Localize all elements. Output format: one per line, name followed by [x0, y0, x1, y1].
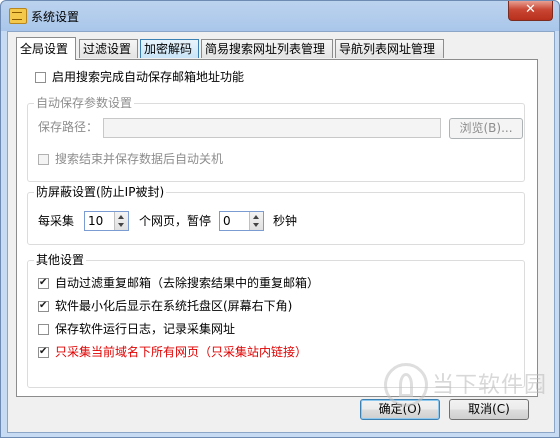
- settings-window: 系统设置 ✕ 全局设置 过滤设置 加密解码 简易搜索网址列表管理 导航列表网址管…: [0, 0, 560, 438]
- watermark-logo-icon: [384, 363, 428, 407]
- app-icon: [9, 8, 27, 24]
- collect-every-label: 每采集: [38, 214, 75, 228]
- pages-spin-arrows[interactable]: [114, 212, 128, 230]
- global-settings-panel: 启用搜索完成自动保存邮箱地址功能 自动保存参数设置 保存路径： 浏览(B)...…: [16, 59, 538, 397]
- pause-seconds-stepper[interactable]: 0: [219, 211, 264, 231]
- title-bar[interactable]: 系统设置 ✕: [1, 1, 559, 31]
- spin-up-icon[interactable]: [253, 215, 259, 219]
- anti-block-group: 防屏蔽设置(防止IP被封) 每采集 10 个网页，暂停 0 秒钟: [27, 185, 525, 245]
- spin-down-icon[interactable]: [253, 223, 259, 227]
- auto-save-email-checkbox[interactable]: [35, 72, 46, 83]
- close-button[interactable]: ✕: [508, 1, 553, 21]
- filter-duplicate-emails-checkbox[interactable]: [38, 276, 49, 289]
- same-domain-only-label[interactable]: 只采集当前域名下所有网页（只采集站内链接）: [55, 345, 307, 359]
- pages-per-batch-value: 10: [88, 214, 104, 228]
- window-title: 系统设置: [31, 10, 80, 24]
- tab-simple-search-url-list[interactable]: 简易搜索网址列表管理: [201, 39, 333, 58]
- pause-seconds-value: 0: [223, 214, 231, 228]
- auto-save-params-group: 自动保存参数设置 保存路径： 浏览(B)... 搜索结束并保存数据后自动关机: [27, 96, 525, 182]
- minimize-to-tray-checkbox[interactable]: [38, 299, 49, 312]
- spin-up-icon[interactable]: [118, 215, 124, 219]
- pause-spin-arrows[interactable]: [249, 212, 263, 230]
- browse-button[interactable]: 浏览(B)...: [449, 118, 523, 139]
- spin-down-icon[interactable]: [118, 223, 124, 227]
- pages-per-batch-stepper[interactable]: 10: [84, 211, 129, 231]
- filter-duplicate-emails-label[interactable]: 自动过滤重复邮箱（去除搜索结果中的重复邮箱）: [55, 276, 319, 290]
- auto-save-params-title: 自动保存参数设置: [34, 96, 135, 110]
- watermark: 当下软件园: [384, 363, 554, 411]
- save-path-label: 保存路径：: [38, 120, 99, 134]
- save-run-log-label[interactable]: 保存软件运行日志，记录采集网址: [55, 322, 235, 336]
- seconds-label: 秒钟: [273, 214, 298, 228]
- pages-pause-label: 个网页，暂停: [139, 214, 212, 228]
- tab-filter-settings[interactable]: 过滤设置: [79, 39, 138, 58]
- tab-nav-url-list[interactable]: 导航列表网址管理: [335, 39, 444, 58]
- tab-global-settings[interactable]: 全局设置: [16, 37, 76, 60]
- other-settings-title: 其他设置: [34, 253, 87, 267]
- tab-encrypt-decode[interactable]: 加密解码: [140, 39, 199, 58]
- minimize-to-tray-label[interactable]: 软件最小化后显示在系统托盘区(屏幕右下角): [55, 299, 292, 313]
- same-domain-only-checkbox[interactable]: [38, 345, 49, 358]
- auto-save-email-label[interactable]: 启用搜索完成自动保存邮箱地址功能: [52, 70, 244, 84]
- auto-shutdown-label[interactable]: 搜索结束并保存数据后自动关机: [55, 152, 223, 166]
- save-run-log-checkbox[interactable]: [38, 324, 49, 335]
- auto-shutdown-checkbox[interactable]: [38, 154, 49, 165]
- watermark-text: 当下软件园: [432, 373, 548, 398]
- save-path-input[interactable]: [103, 118, 441, 138]
- anti-block-title: 防屏蔽设置(防止IP被封): [34, 185, 167, 199]
